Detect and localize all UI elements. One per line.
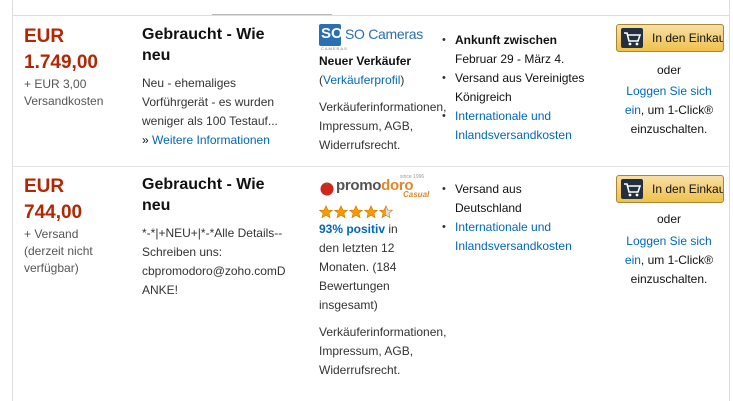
star-icon (319, 205, 334, 219)
shipping-cost: + EUR 3,00 (24, 77, 87, 91)
top-divider-accent (212, 14, 332, 15)
shipping-rates: Internationale und Inlandsversandkosten (441, 107, 606, 145)
one-click-login: Loggen Sie sich ein, um 1-Click® einzusc… (614, 82, 724, 139)
condition-title-cont: neu (142, 47, 171, 64)
tomato-icon (320, 182, 334, 196)
seller-rating-count: insgesamt) (319, 298, 378, 312)
rating-stars[interactable] (319, 204, 399, 219)
delivery-column: Versand aus Deutschland Internationale u… (441, 180, 606, 256)
login-link-cont[interactable]: ein (625, 253, 641, 267)
more-info-arrow: » (142, 133, 149, 147)
more-info: » Weitere Informationen (142, 131, 310, 150)
condition-column: Gebraucht - Wie neu Neu - ehemaliges Vor… (142, 24, 310, 150)
or-label: oder (656, 63, 682, 77)
condition-comment-line: ANKE! (142, 283, 179, 297)
seller-rating: 93% positiv in (319, 222, 398, 236)
condition-comment-line: Neu - ehemaliges (142, 76, 237, 90)
seller-info-link[interactable]: Verkäuferinformationen, (319, 323, 459, 342)
seller-withdrawal-link[interactable]: Widerrufsrecht. (319, 361, 459, 380)
shipping-cost-note: (derzeit nicht (24, 244, 93, 258)
more-info-link[interactable]: Weitere Informationen (152, 133, 270, 147)
seller-rating-period: den letzten 12 (319, 241, 395, 255)
seller-rating-count: Bewertungen (319, 279, 390, 293)
seller-info-link[interactable]: Verkäuferinformationen, (319, 98, 446, 117)
shipping-rates-link[interactable]: Internationale und (455, 218, 606, 237)
condition-title-cont: neu (142, 197, 171, 214)
price-amount: 1.749,00 (24, 52, 98, 73)
login-link[interactable]: Loggen Sie sich (614, 232, 724, 251)
add-to-cart-label: In den Einkaufswagen (652, 182, 724, 196)
seller-column: promodoro since 1996 Casual 93% positiv … (319, 174, 459, 380)
seller-column: SO SO Cameras CAMERAS Neuer Verkäufer (V… (319, 24, 446, 155)
add-to-cart-button[interactable]: In den Einkaufswagen (616, 175, 724, 203)
price-amount: 744,00 (24, 202, 83, 223)
star-icon (363, 205, 379, 219)
delivery-column: Ankunft zwischen Februar 29 - März 4. Ve… (441, 31, 606, 145)
add-to-cart-label: In den Einkaufswagen (652, 31, 724, 45)
shipping-rates-link-cont[interactable]: Inlandsversandkosten (455, 237, 606, 256)
cart-icon (621, 28, 643, 48)
star-icon (378, 205, 394, 219)
shipping-rates-link-cont[interactable]: Inlandsversandkosten (455, 126, 606, 145)
seller-logo-sub: CAMERAS (321, 46, 348, 51)
shipping-rates: Internationale und Inlandsversandkosten (441, 218, 606, 256)
condition-comment-line: Schreiben uns: (142, 245, 223, 259)
shipping-cost-note: verfügbar) (24, 261, 79, 275)
offer-divider (12, 166, 729, 167)
shipping-cost: + Versand (24, 227, 79, 241)
condition-comment-line: Vorführgerät - es wurden (142, 95, 275, 109)
login-link[interactable]: Loggen Sie sich (614, 82, 724, 101)
login-link-cont[interactable]: ein (625, 103, 641, 117)
seller-imprint-link[interactable]: Impressum, AGB, (319, 342, 459, 361)
condition-title: Gebraucht - Wie (142, 26, 265, 43)
ships-from: Versand aus Deutschland (441, 180, 606, 218)
ships-from: Versand aus Vereinigtes Königreich (441, 69, 606, 107)
seller-status: Neuer Verkäufer (319, 54, 412, 68)
shipping-rates-link[interactable]: Internationale und (455, 107, 606, 126)
shipping-cost-label: Versandkosten (24, 94, 104, 108)
seller-imprint-link[interactable]: Impressum, AGB, (319, 117, 444, 136)
price-column: EUR 744,00 + Versand (derzeit nicht verf… (24, 174, 134, 277)
seller-profile: (Verkäuferprofil) (319, 73, 405, 87)
seller-logo[interactable]: promodoro since 1996 Casual (319, 174, 459, 202)
one-click-login: Loggen Sie sich ein, um 1-Click® einzusc… (614, 232, 724, 289)
price-currency: EUR (24, 176, 65, 197)
seller-logo-casual: Casual (403, 190, 430, 199)
condition-column: Gebraucht - Wie neu *-*|+NEU+|*-*Alle De… (142, 174, 310, 300)
seller-logo-since: since 1996 (400, 174, 425, 180)
add-to-cart-button[interactable]: In den Einkaufswagen (616, 24, 724, 52)
condition-comment-line: cbpromodoro@zoho.comD (142, 264, 286, 278)
seller-withdrawal-link[interactable]: Widerrufsrecht. (319, 136, 444, 155)
star-icon (333, 205, 349, 219)
condition-title: Gebraucht - Wie (142, 176, 265, 193)
top-divider (12, 15, 729, 16)
arrival-info: Ankunft zwischen Februar 29 - März 4. (441, 31, 606, 69)
seller-profile-link[interactable]: Verkäuferprofil (323, 73, 400, 87)
condition-comment-line: *-*|+NEU+|*-*Alle Details-- (142, 226, 283, 240)
cart-icon (621, 179, 643, 199)
positive-rating-link[interactable]: 93% positiv (319, 222, 385, 236)
list-right-border (729, 0, 730, 401)
price-currency: EUR (24, 26, 65, 47)
price-column: EUR 1.749,00 + EUR 3,00 Versandkosten (24, 24, 134, 110)
list-left-border (12, 0, 13, 401)
star-icon (348, 205, 364, 219)
seller-logo[interactable]: SO SO Cameras CAMERAS (319, 24, 444, 52)
condition-comment-line: weniger als 100 Testauf... (142, 114, 278, 128)
seller-rating-count: Monaten. (184 (319, 260, 397, 274)
or-label: oder (656, 212, 682, 226)
so-cameras-logo-mark: SO (319, 24, 343, 46)
seller-logo-text: SO Cameras (345, 26, 423, 42)
